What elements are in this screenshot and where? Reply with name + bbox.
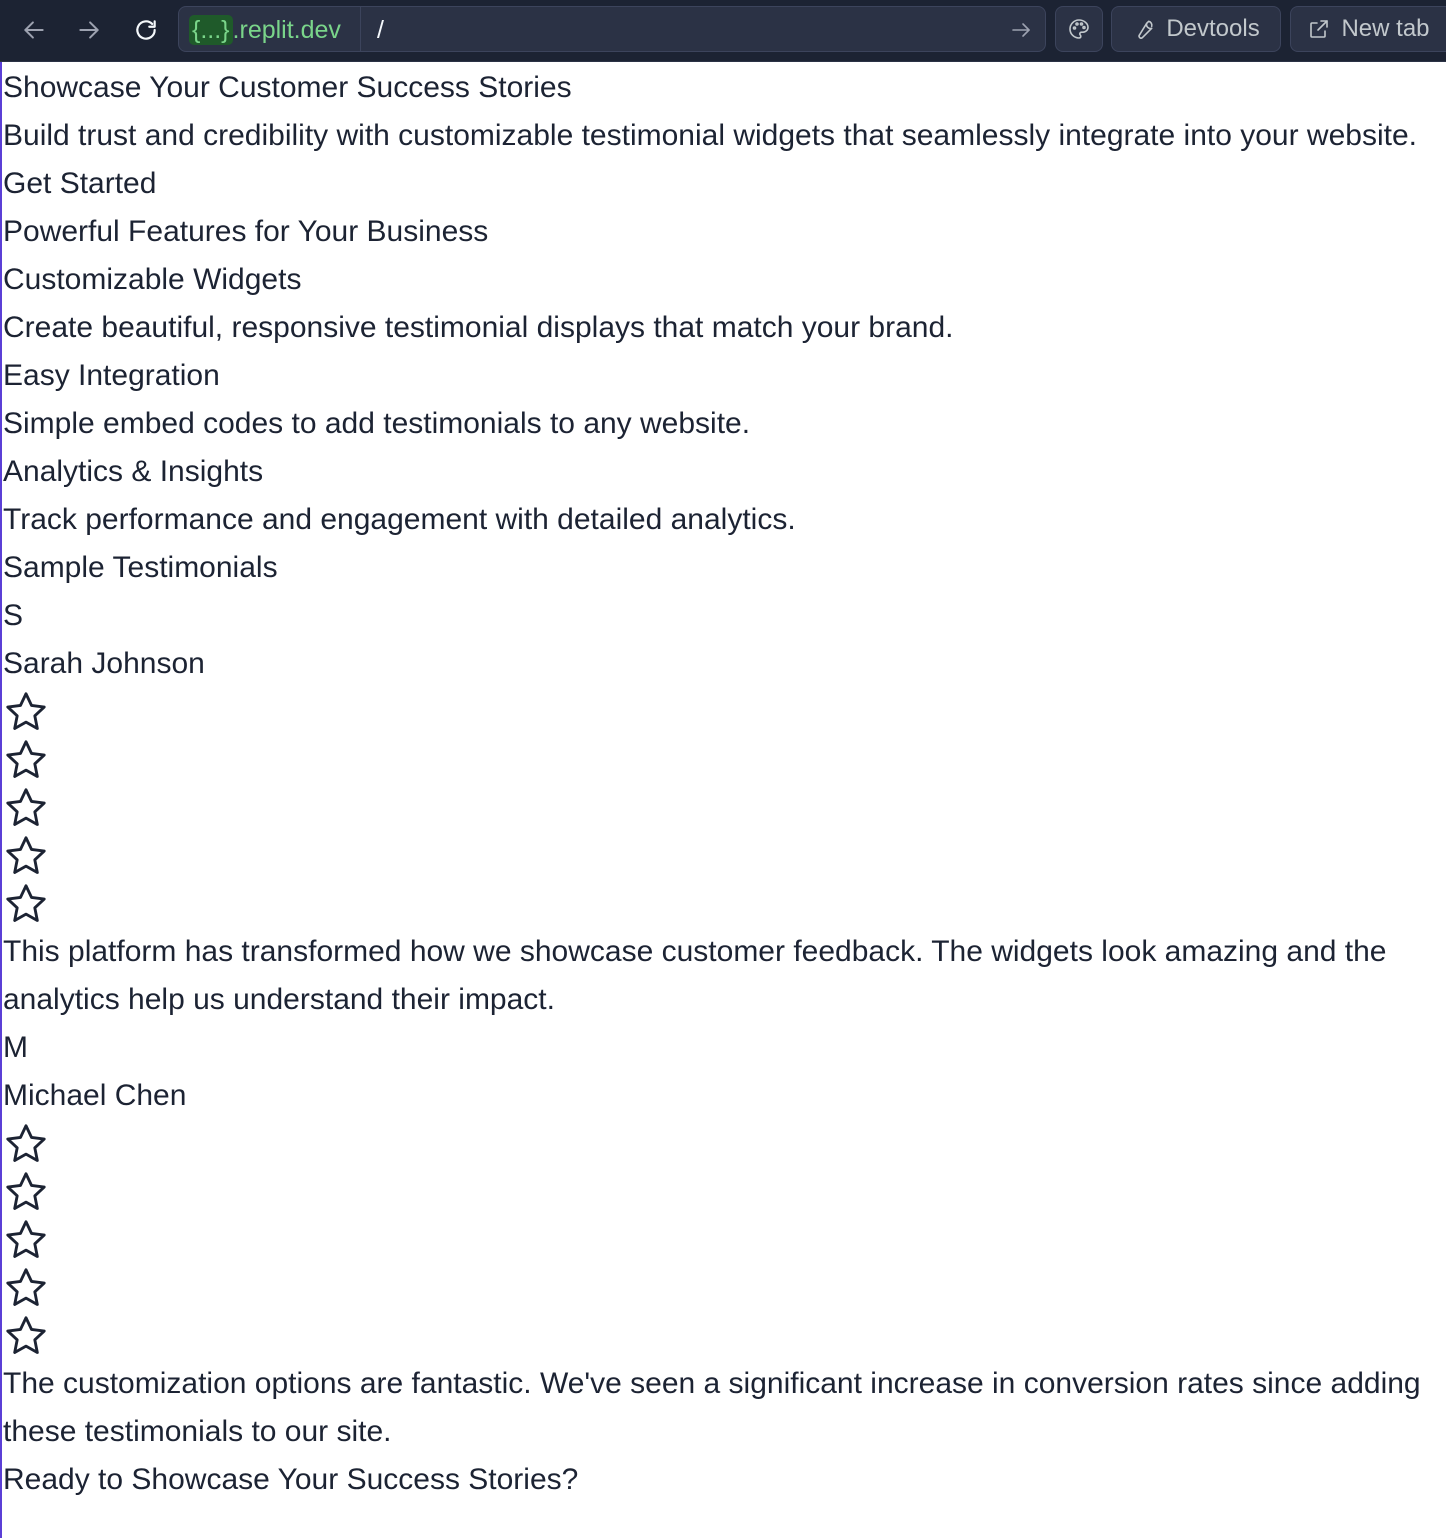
url-path-input[interactable]: / [377, 15, 384, 45]
reload-icon[interactable] [126, 10, 166, 50]
devtools-button[interactable]: Devtools [1111, 6, 1281, 52]
avatar-initial: M [3, 1031, 28, 1064]
star-rating [3, 688, 1446, 928]
testimonial-author: Michael Chen [3, 1079, 187, 1112]
viewport-left-border [0, 62, 2, 1538]
star-icon [3, 1216, 1446, 1264]
devtools-label: Devtools [1166, 15, 1260, 42]
star-icon [3, 736, 1446, 784]
forward-arrow-icon[interactable] [69, 10, 109, 50]
feature-description-easy-integration: Simple embed codes to add testimonials t… [3, 407, 751, 440]
star-icon [3, 832, 1446, 880]
feature-title-customizable-widgets: Customizable Widgets [3, 263, 302, 296]
url-domain: .replit.dev [232, 15, 341, 44]
star-icon [3, 688, 1446, 736]
new-tab-button[interactable]: New tab [1290, 6, 1446, 52]
star-rating [3, 1120, 1446, 1360]
testimonial-quote: This platform has transformed how we sho… [3, 935, 1387, 1016]
star-icon [3, 1312, 1446, 1360]
cta-heading: Ready to Showcase Your Success Stories? [3, 1463, 579, 1496]
palette-button[interactable] [1055, 6, 1103, 52]
testimonials-heading: Sample Testimonials [3, 551, 278, 584]
wrench-icon [1138, 20, 1153, 39]
hero-subtitle: Build trust and credibility with customi… [3, 119, 1417, 152]
testimonial-card: M Michael Chen The customization options… [3, 1024, 1446, 1456]
url-host: {...} .replit.dev [189, 15, 341, 45]
url-divider [360, 7, 361, 51]
star-icon [3, 784, 1446, 832]
feature-title-easy-integration: Easy Integration [3, 359, 220, 392]
star-icon [3, 1264, 1446, 1312]
feature-description-customizable-widgets: Create beautiful, responsive testimonial… [3, 311, 954, 344]
address-bar[interactable]: {...} .replit.dev / [178, 6, 1046, 52]
feature-description-analytics: Track performance and engagement with de… [3, 503, 796, 536]
back-arrow-icon[interactable] [14, 10, 54, 50]
feature-title-analytics: Analytics & Insights [3, 455, 264, 488]
go-arrow-icon[interactable] [1009, 18, 1033, 42]
external-link-icon [1310, 20, 1329, 38]
page-content: Showcase Your Customer Success Stories B… [3, 64, 1446, 1504]
star-icon [3, 1168, 1446, 1216]
features-heading: Powerful Features for Your Business [3, 215, 489, 248]
browser-toolbar: {...} .replit.dev / Devtools New tab [0, 0, 1446, 62]
hero-title: Showcase Your Customer Success Stories [3, 71, 572, 104]
avatar-initial: S [3, 599, 24, 632]
star-icon [3, 1120, 1446, 1168]
testimonial-card: S Sarah Johnson This platform has transf… [3, 592, 1446, 1024]
testimonial-quote: The customization options are fantastic.… [3, 1367, 1421, 1448]
star-icon [3, 880, 1446, 928]
get-started-button[interactable]: Get Started [3, 160, 1446, 208]
testimonial-author: Sarah Johnson [3, 647, 205, 680]
new-tab-label: New tab [1341, 15, 1430, 42]
palette-icon [1069, 19, 1089, 39]
url-chip: {...} [189, 15, 233, 45]
